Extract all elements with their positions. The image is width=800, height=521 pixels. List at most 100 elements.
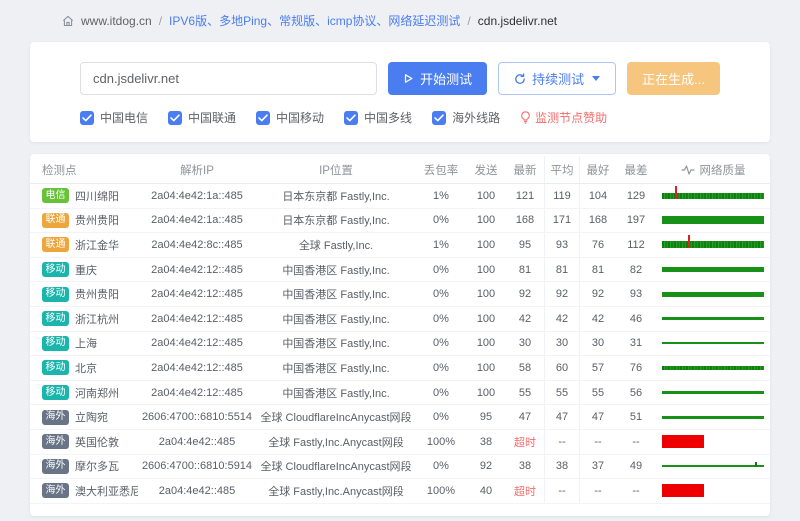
latency-band <box>662 267 765 272</box>
best-latency: -- <box>580 485 616 497</box>
quality-sparkline <box>661 210 766 230</box>
table-body: 电信四川绵阳2a04:4e42:1a::485日本东京都 Fastly,Inc.… <box>30 184 770 504</box>
loss-rate: 0% <box>416 214 466 226</box>
ip-location: 全球 Fastly,Inc.Anycast网段 <box>256 434 416 450</box>
quality-cell <box>656 358 770 378</box>
quality-sparkline <box>661 383 766 403</box>
node-cell: 联通贵州贵阳 <box>30 212 138 228</box>
worst-latency: 93 <box>616 288 656 300</box>
sponsor-link[interactable]: 监测节点赞助 <box>520 109 607 126</box>
best-latency: 104 <box>580 190 616 202</box>
node-cell: 电信四川绵阳 <box>30 188 138 204</box>
table-row: 海外摩尔多瓦2606:4700::6810:5914全球 CloudflareI… <box>30 455 770 480</box>
header-node[interactable]: 检测点 <box>30 162 138 178</box>
best-latency: 42 <box>580 313 616 325</box>
sent-count: 100 <box>466 313 506 325</box>
loss-rate: 0% <box>416 313 466 325</box>
checkbox-icon <box>344 111 358 125</box>
latency-band <box>662 465 765 467</box>
isp-checkbox[interactable]: 中国多线 <box>344 109 412 126</box>
worst-latency: 51 <box>616 411 656 423</box>
quality-cell <box>656 407 770 427</box>
isp-checkbox[interactable]: 中国电信 <box>80 109 148 126</box>
pulse-icon <box>681 165 695 175</box>
ip-location: 日本东京都 Fastly,Inc. <box>256 188 416 204</box>
worst-latency: 197 <box>616 214 656 226</box>
header-quality[interactable]: 网络质量 <box>656 162 770 178</box>
isp-label: 中国多线 <box>364 109 412 126</box>
resolved-ip: 2a04:4e42:1a::485 <box>138 190 256 202</box>
isp-label: 中国移动 <box>276 109 324 126</box>
node-name: 北京 <box>75 360 97 376</box>
node-name: 立陶宛 <box>75 409 108 425</box>
header-worst[interactable]: 最差 <box>616 162 656 178</box>
node-name: 河南郑州 <box>75 385 119 401</box>
latest-latency: 121 <box>506 190 544 202</box>
latest-latency: 38 <box>506 460 544 472</box>
loss-rate: 0% <box>416 264 466 276</box>
header-ip[interactable]: 解析IP <box>138 162 256 178</box>
quality-cell <box>656 210 770 230</box>
quality-cell <box>656 309 770 329</box>
host-input[interactable] <box>80 62 377 95</box>
checkbox-icon <box>256 111 270 125</box>
avg-latency: 92 <box>544 282 580 306</box>
isp-checkbox[interactable]: 中国联通 <box>168 109 236 126</box>
carrier-badge: 联通 <box>42 237 69 252</box>
avg-latency: -- <box>544 479 580 503</box>
avg-latency: 171 <box>544 209 580 233</box>
best-latency: 55 <box>580 387 616 399</box>
worst-latency: 82 <box>616 264 656 276</box>
header-sent[interactable]: 发送 <box>466 162 506 178</box>
best-latency: 30 <box>580 337 616 349</box>
refresh-icon <box>514 73 526 85</box>
isp-label: 中国联通 <box>188 109 236 126</box>
latency-band <box>662 366 765 370</box>
header-latest[interactable]: 最新 <box>506 162 544 178</box>
continuous-test-button[interactable]: 持续测试 <box>498 62 616 95</box>
breadcrumb-site[interactable]: www.itdog.cn <box>81 14 152 28</box>
latest-latency: 47 <box>506 411 544 423</box>
latest-latency: 30 <box>506 337 544 349</box>
node-name: 上海 <box>75 335 97 351</box>
carrier-badge: 电信 <box>42 188 69 203</box>
sent-count: 100 <box>466 337 506 349</box>
latest-latency: 81 <box>506 264 544 276</box>
breadcrumb-separator: / <box>467 14 470 28</box>
quality-cell <box>656 481 770 501</box>
table-row: 移动贵州贵阳2a04:4e42:12::485中国香港区 Fastly,Inc.… <box>30 282 770 307</box>
table-row: 移动河南郑州2a04:4e42:12::485中国香港区 Fastly,Inc.… <box>30 381 770 406</box>
latest-latency: 95 <box>506 239 544 251</box>
node-cell: 海外澳大利亚悉尼 <box>30 483 138 499</box>
sent-count: 100 <box>466 264 506 276</box>
node-name: 澳大利亚悉尼 <box>75 483 138 499</box>
worst-latency: -- <box>616 436 656 448</box>
quality-sparkline <box>661 333 766 353</box>
header-loss[interactable]: 丢包率 <box>416 162 466 178</box>
breadcrumb-section-links[interactable]: IPV6版、多地Ping、常规版、icmp协议、网络延迟测试 <box>169 12 460 29</box>
header-quality-label: 网络质量 <box>700 162 746 178</box>
avg-latency: 38 <box>544 455 580 479</box>
worst-latency: -- <box>616 485 656 497</box>
header-avg[interactable]: 平均 <box>544 156 580 183</box>
best-latency: 57 <box>580 362 616 374</box>
loss-rate: 1% <box>416 190 466 202</box>
start-test-button[interactable]: 开始测试 <box>388 62 487 95</box>
table-row: 电信四川绵阳2a04:4e42:1a::485日本东京都 Fastly,Inc.… <box>30 184 770 209</box>
header-best[interactable]: 最好 <box>580 162 616 178</box>
generating-label: 正在生成... <box>642 69 705 88</box>
node-cell: 联通浙江金华 <box>30 237 138 253</box>
sent-count: 100 <box>466 190 506 202</box>
avg-latency: 55 <box>544 381 580 405</box>
isp-checkbox[interactable]: 中国移动 <box>256 109 324 126</box>
sent-count: 40 <box>466 485 506 497</box>
node-name: 贵州贵阳 <box>75 286 119 302</box>
best-latency: 76 <box>580 239 616 251</box>
header-ip-location[interactable]: IP位置 <box>256 162 416 178</box>
table-row: 移动上海2a04:4e42:12::485中国香港区 Fastly,Inc.0%… <box>30 332 770 357</box>
isp-label: 海外线路 <box>452 109 500 126</box>
timeout-block <box>662 484 704 497</box>
isp-checkbox[interactable]: 海外线路 <box>432 109 500 126</box>
loss-rate: 100% <box>416 436 466 448</box>
ip-location: 全球 CloudflareIncAnycast网段 <box>256 409 416 425</box>
